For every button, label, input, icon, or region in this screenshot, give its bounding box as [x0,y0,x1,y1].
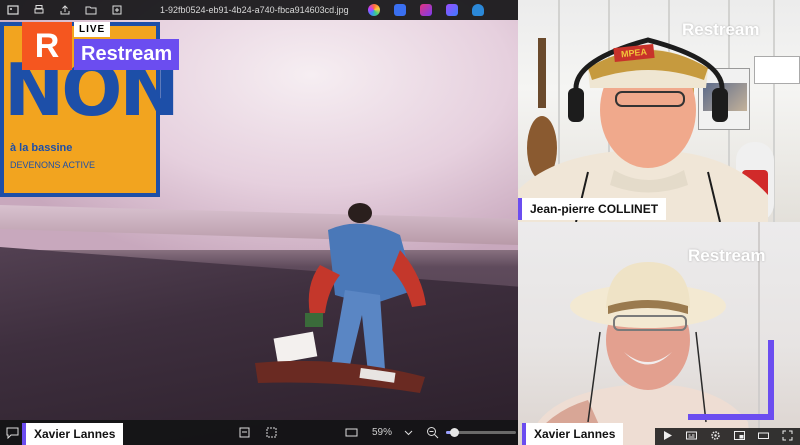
play-icon[interactable] [662,428,673,445]
settings-icon[interactable] [710,428,721,445]
speaker-name-tag: Xavier Lannes [22,423,124,445]
camera-panel-2: Restream [518,222,800,445]
file-title: 1-92fb0524-eb91-4b24-a740-fbca914603cd.j… [160,5,349,15]
comment-icon[interactable] [6,420,19,445]
main-video-frame: NON à la bassine DEVENONS ACTIVE R LIVE … [0,0,518,445]
clipchamp-icon[interactable] [420,4,432,16]
print-icon[interactable] [26,0,52,20]
edit-icon[interactable] [394,4,406,16]
designer-icon[interactable] [446,4,458,16]
skateboarder-figure [255,203,426,393]
restream-wordmark-panel-2: Restream [688,246,766,265]
viewer-toolbar: 1-92fb0524-eb91-4b24-a740-fbca914603cd.j… [0,0,518,20]
accent-bar-vertical [768,340,774,420]
poster-subtitle-2: DEVENONS ACTIVE [10,160,96,170]
zoom-slider-thumb[interactable] [450,428,460,437]
gallery-icon[interactable] [0,0,26,20]
captions-icon[interactable] [685,428,697,445]
speaker-name-tag-2: Xavier Lannes [522,423,624,445]
folder-icon[interactable] [78,0,104,20]
add-folder-icon[interactable] [104,0,130,20]
chevron-down-icon[interactable] [402,420,415,445]
pip-icon[interactable] [734,428,746,445]
player-controls [655,428,800,445]
fullscreen-icon[interactable] [782,428,793,445]
zoom-out-icon[interactable] [426,420,439,445]
restream-wordmark: Restream [74,39,180,70]
zoom-level[interactable]: 59% [372,420,392,445]
restream-logo: R [22,22,72,70]
speaker-name-tag-1: Jean-pierre COLLINET [518,198,667,220]
zoom-slider[interactable] [446,428,516,437]
camera-panel-1: MPEA Restream [518,0,800,222]
copilot-icon[interactable] [368,4,380,16]
cloud-icon[interactable] [472,4,484,16]
view-icon[interactable] [345,420,358,445]
accent-bar-horizontal [688,414,774,420]
share-icon[interactable] [52,0,78,20]
restream-wordmark-panel-1: Restream [682,20,760,39]
theater-icon[interactable] [758,428,770,445]
crop-icon[interactable] [265,420,278,445]
fit-icon[interactable] [238,420,251,445]
live-badge: LIVE [74,22,111,37]
poster-subtitle: à la bassine [10,142,73,154]
